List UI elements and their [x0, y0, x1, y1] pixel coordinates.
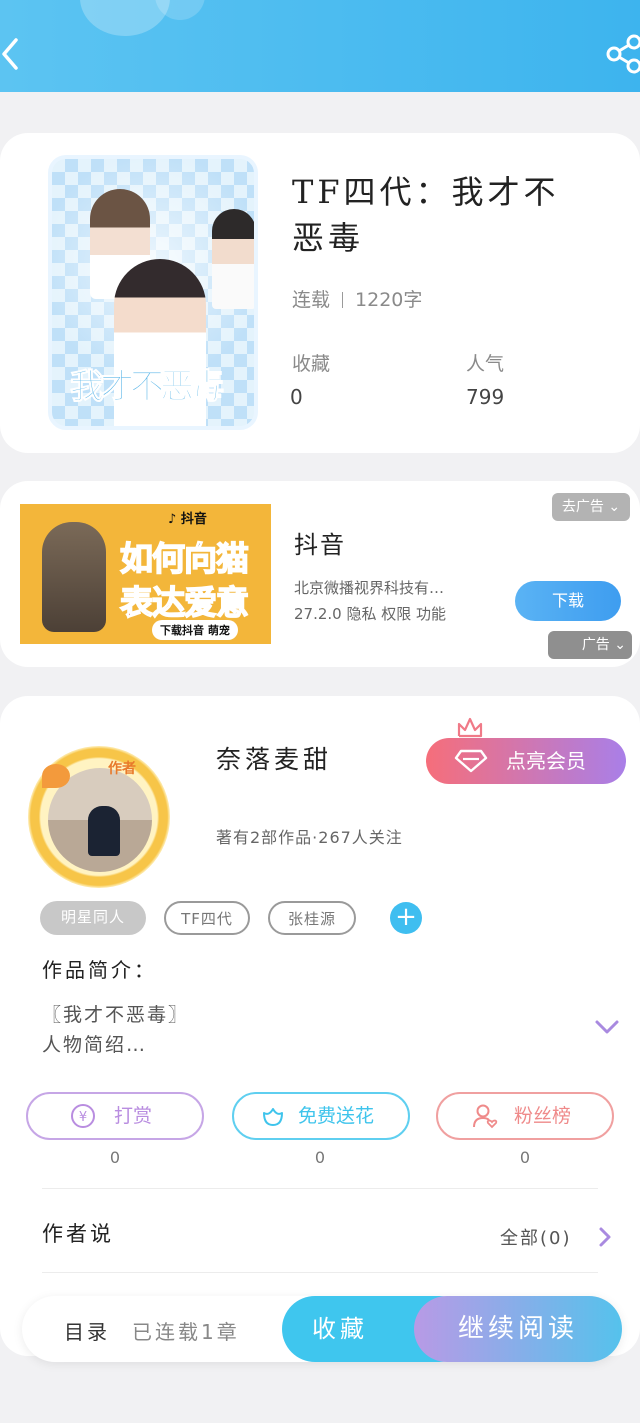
reward-label: 打赏	[114, 1105, 153, 1127]
send-flower-label: 免费送花	[298, 1105, 375, 1127]
intro-text: 人物简绍…	[42, 1034, 148, 1056]
ad-version-line[interactable]: 27.2.0 隐私 权限 功能	[294, 603, 446, 624]
intro-title: 作品简介：	[42, 958, 157, 982]
leaf-decoration-icon	[42, 764, 70, 788]
flower-icon	[263, 1108, 283, 1126]
bottom-action-bar: 目录 已连载1章 收藏 继续阅读	[22, 1296, 622, 1362]
crown-icon	[457, 717, 483, 738]
popularity-value: 799	[466, 385, 505, 409]
reward-button[interactable]: ¥ 打赏	[26, 1092, 204, 1140]
divider	[42, 1272, 598, 1273]
ad-app-name: 抖音	[294, 531, 346, 559]
ad-image-pill: 下载抖音 萌宠	[152, 620, 238, 640]
download-button[interactable]: 下载	[515, 581, 621, 621]
remove-ad-button[interactable]: 去广告 ⌄	[552, 493, 630, 521]
chapter-status: 已连载1章	[132, 1320, 240, 1344]
tag-chip[interactable]: 明星同人	[40, 901, 146, 935]
tag-chip[interactable]: 张桂源	[268, 901, 356, 935]
book-cover-image[interactable]: 我才不恶毒	[48, 155, 258, 430]
add-tag-button[interactable]: +	[390, 902, 422, 934]
author-name[interactable]: 奈落麦甜	[216, 740, 332, 776]
ad-image-logo: ♪ 抖音	[168, 512, 207, 527]
all-comments-link[interactable]: 全部(0)	[500, 1224, 572, 1250]
favorites-label: 收藏	[292, 353, 331, 375]
fan-ranking-label: 粉丝榜	[514, 1105, 572, 1127]
chevron-right-icon[interactable]	[598, 1226, 612, 1248]
ad-badge[interactable]: 广告 ⌄	[548, 631, 632, 659]
author-says-title: 作者说	[42, 1222, 114, 1246]
book-status-line: 连载 1220字	[292, 285, 422, 312]
cover-figure	[212, 209, 254, 309]
popularity-label: 人气	[466, 353, 505, 375]
cover-title-text: 我才不恶毒	[70, 367, 225, 408]
intro-text: 〖我才不恶毒〗	[42, 1004, 190, 1026]
top-header	[0, 0, 640, 92]
chevron-down-icon[interactable]	[594, 1018, 620, 1036]
share-icon[interactable]	[606, 34, 640, 74]
continue-reading-button[interactable]: 继续阅读	[414, 1296, 622, 1362]
book-info-card: 我才不恶毒 TF四代：我才不恶毒 连载 1220字 收藏 0 人气 799	[0, 133, 640, 453]
tag-chip[interactable]: TF四代	[164, 901, 250, 935]
status-separator	[342, 292, 344, 308]
flower-count: 0	[314, 1148, 326, 1167]
word-count: 1220字	[355, 289, 423, 311]
ad-company: 北京微播视界科技有…	[294, 579, 445, 597]
send-flower-button[interactable]: 免费送花	[232, 1092, 410, 1140]
reward-count: 0	[109, 1148, 121, 1167]
cat-figure	[42, 522, 106, 632]
ad-card: ♪ 抖音 如何向猫 表达爱意 下载抖音 萌宠 抖音 北京微播视界科技有… 27.…	[0, 481, 640, 667]
author-card: 作者 奈落麦甜 著有2部作品·267人关注 点亮会员 明星同人 TF四代 张桂源…	[0, 696, 640, 1356]
author-stats: 著有2部作品·267人关注	[216, 828, 403, 847]
table-of-contents-button[interactable]: 目录	[64, 1316, 110, 1345]
diamond-icon	[454, 749, 488, 773]
book-title: TF四代：我才不恶毒	[292, 173, 560, 257]
back-arrow-icon[interactable]	[0, 34, 24, 74]
serial-status: 连载	[292, 289, 331, 311]
ad-image-headline: 表达爱意	[119, 582, 250, 623]
yen-coin-icon: ¥	[71, 1104, 95, 1128]
person-heart-icon	[473, 1104, 498, 1129]
avatar-figure	[88, 806, 120, 856]
fan-count: 0	[519, 1148, 531, 1167]
vip-label: 点亮会员	[506, 749, 586, 773]
author-tag: 作者	[108, 761, 136, 777]
ad-image-headline: 如何向猫	[119, 538, 250, 579]
divider	[42, 1188, 598, 1189]
favorites-value: 0	[290, 385, 303, 409]
ad-image[interactable]: ♪ 抖音 如何向猫 表达爱意 下载抖音 萌宠	[20, 504, 271, 644]
fan-ranking-button[interactable]: 粉丝榜	[436, 1092, 614, 1140]
svg-text:¥: ¥	[79, 1110, 87, 1125]
vip-button[interactable]: 点亮会员	[426, 738, 626, 784]
